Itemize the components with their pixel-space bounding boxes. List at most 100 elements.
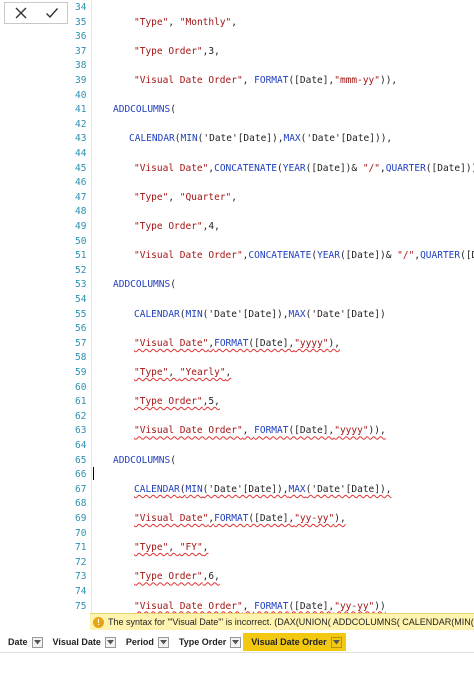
line-number: 49 — [75, 221, 87, 232]
filter-dropdown-icon[interactable] — [31, 636, 43, 648]
code-text: "Type Order",5, — [134, 396, 220, 408]
formula-editor[interactable]: 34 35 "Type", "Monthly", 36 37 "Type Order",3… — [0, 0, 474, 613]
column-header-label: Date — [8, 637, 28, 647]
code-line: 38 — [0, 59, 474, 74]
code-line: 53 ADDCOLUMNS( — [0, 278, 474, 293]
line-number: 36 — [75, 31, 87, 43]
header-divider — [0, 652, 474, 653]
code-line: 39 "Visual Date Order", FORMAT([Date],"mm… — [0, 74, 474, 89]
filter-dropdown-icon[interactable] — [230, 636, 242, 648]
code-line: 64 — [0, 439, 474, 454]
line-number: 43 — [75, 133, 87, 145]
filter-dropdown-icon[interactable] — [157, 636, 169, 648]
line-number: 52 — [75, 264, 87, 276]
code-line: 42 — [0, 118, 474, 133]
column-header-label: Type Order — [178, 637, 227, 647]
error-message-bar: ! The syntax for '"Visual Date"' is inco… — [90, 613, 474, 630]
code-line: 62 — [0, 410, 474, 425]
code-line: 73 "Type Order",6, — [0, 570, 474, 585]
code-text: "Type", "Monthly", — [134, 16, 237, 28]
line-number: 45 — [75, 162, 87, 174]
code-text: "Type Order",3, — [134, 45, 220, 57]
line-number: 53 — [75, 279, 87, 291]
line-number: 64 — [75, 440, 87, 451]
code-text: CALENDAR(MIN('Date'[Date]),MAX('Date'[Da… — [129, 133, 393, 145]
line-number: 42 — [75, 118, 87, 130]
line-number: 71 — [75, 542, 87, 554]
line-number: 60 — [75, 381, 87, 393]
code-text: "Type Order",6, — [134, 571, 220, 583]
line-number: 55 — [75, 308, 87, 320]
line-number: 58 — [75, 352, 87, 364]
code-line: 51 "Visual Date Order",CONCATENATE(YEAR([… — [0, 249, 474, 264]
code-text: "Visual Date Order", FORMAT([Date],"mmm-… — [134, 75, 398, 86]
code-text: ADDCOLUMNS( — [113, 279, 176, 291]
code-text: "Visual Date Order", FORMAT([Date],"yy-y… — [134, 600, 386, 612]
code-text: "Visual Date",CONCATENATE(YEAR([Date])& … — [134, 162, 474, 174]
code-line: 50 — [0, 235, 474, 250]
column-header[interactable]: Period — [118, 633, 169, 651]
column-header[interactable]: Visual Date Order — [243, 633, 346, 651]
line-number: 44 — [75, 148, 87, 159]
column-header[interactable]: Date — [0, 633, 43, 651]
code-line: 70 — [0, 527, 474, 542]
line-number: 35 — [75, 16, 87, 28]
column-header[interactable]: Type Order — [171, 633, 242, 651]
line-number: 62 — [75, 410, 87, 422]
code-line: 45 "Visual Date",CONCATENATE(YEAR([Date])… — [0, 162, 474, 177]
code-line: 44 — [0, 147, 474, 162]
code-line: 69 "Visual Date",FORMAT([Date],"yy-yy"), — [0, 512, 474, 527]
code-line: 48 — [0, 205, 474, 220]
code-line: 75 "Visual Date Order", FORMAT([Date],"yy… — [0, 600, 474, 613]
code-line: 63 "Visual Date Order", FORMAT([Date],"yy… — [0, 424, 474, 439]
code-line: 41 ADDCOLUMNS( — [0, 103, 474, 118]
line-number: 41 — [75, 104, 87, 116]
code-line: 71 "Type", "FY", — [0, 541, 474, 556]
text-cursor — [93, 467, 94, 480]
code-text: "Type Order",4, — [134, 221, 220, 232]
line-number: 51 — [75, 250, 87, 262]
line-number: 74 — [75, 586, 87, 597]
column-header[interactable]: Visual Date — [45, 633, 116, 651]
line-number: 68 — [75, 498, 87, 510]
code-line: 60 — [0, 381, 474, 396]
line-number: 66 — [75, 469, 87, 481]
code-text: ADDCOLUMNS( — [113, 454, 176, 466]
line-number: 46 — [75, 177, 87, 189]
line-number: 65 — [75, 454, 87, 466]
code-line: 68 — [0, 497, 474, 512]
line-number: 72 — [75, 556, 87, 568]
warning-icon: ! — [93, 616, 104, 628]
code-line: 47 "Type", "Quarter", — [0, 191, 474, 206]
code-text: "Visual Date Order",CONCATENATE(YEAR([Da… — [134, 250, 474, 262]
line-number: 70 — [75, 527, 87, 539]
code-line: 49 "Type Order",4, — [0, 220, 474, 235]
filter-dropdown-icon[interactable] — [104, 636, 116, 648]
error-message: The syntax for '"Visual Date"' is incorr… — [108, 617, 474, 627]
code-text: "Type", "Yearly", — [134, 367, 232, 378]
line-number: 34 — [75, 2, 87, 13]
code-line: 40 — [0, 89, 474, 104]
line-number: 69 — [75, 513, 87, 524]
table-column-headers: Date Visual Date Period Type Order Visual Da… — [0, 632, 474, 652]
line-number: 39 — [75, 75, 87, 86]
code-line: 37 "Type Order",3, — [0, 45, 474, 60]
code-line: 52 — [0, 264, 474, 279]
column-header-label: Visual Date Order — [251, 637, 327, 647]
code-text: "Visual Date",FORMAT([Date],"yyyy"), — [134, 337, 340, 349]
code-line: 72 — [0, 556, 474, 571]
code-line: 59 "Type", "Yearly", — [0, 366, 474, 381]
filter-dropdown-icon[interactable] — [330, 636, 342, 648]
code-line: 56 — [0, 322, 474, 337]
code-line: 65 ADDCOLUMNS( — [0, 454, 474, 469]
code-line: 35 "Type", "Monthly", — [0, 16, 474, 31]
line-number: 75 — [75, 600, 87, 612]
code-line: 67 CALENDAR(MIN('Date'[Date]),MAX('Date'[… — [0, 483, 474, 498]
line-number: 59 — [75, 367, 87, 378]
line-number: 40 — [75, 89, 87, 101]
line-number: 47 — [75, 191, 87, 203]
line-number: 54 — [75, 294, 87, 305]
line-number: 37 — [75, 45, 87, 57]
code-line: 57 "Visual Date",FORMAT([Date],"yyyy"), — [0, 337, 474, 352]
code-text: "Type", "FY", — [134, 542, 209, 554]
